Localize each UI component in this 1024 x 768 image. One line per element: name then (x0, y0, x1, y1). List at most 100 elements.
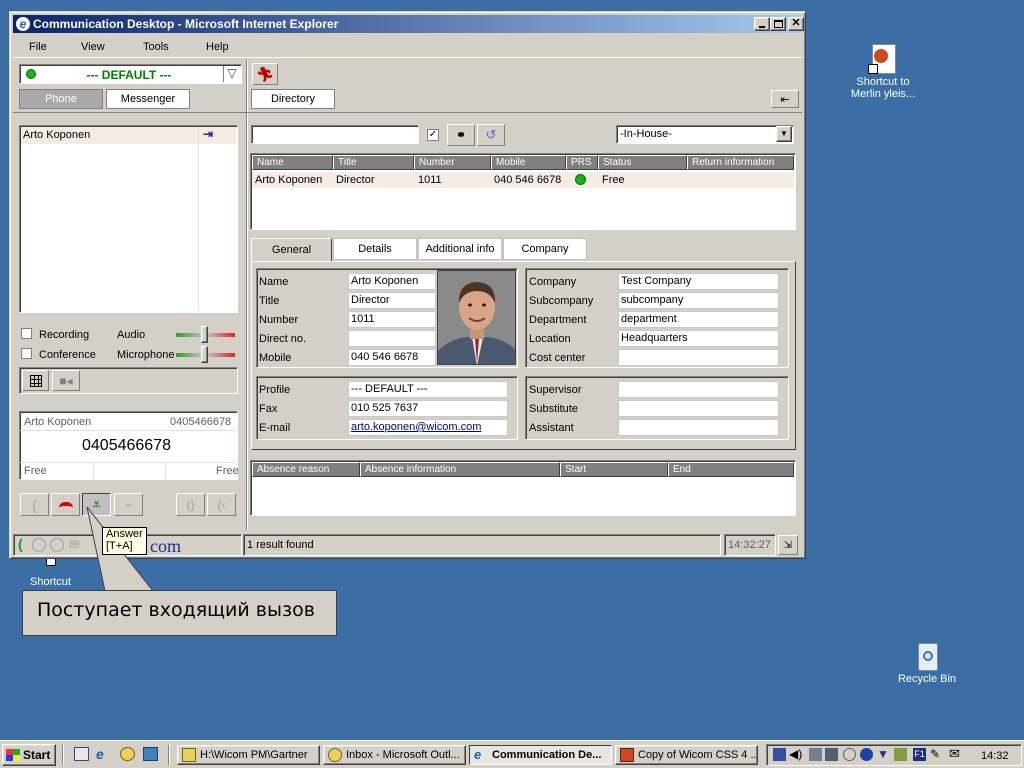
tray-mail-icon[interactable]: ✉ (949, 746, 960, 762)
col-mobile[interactable]: Mobile (491, 155, 566, 170)
field-name[interactable]: Arto Koponen (348, 273, 436, 290)
field-direct-no[interactable] (348, 330, 436, 347)
field-location[interactable]: Headquarters (618, 330, 779, 347)
call-list[interactable]: Arto Koponen ⇥ (19, 125, 238, 313)
menu-tools[interactable]: Tools (143, 41, 169, 53)
task-outlook-inbox[interactable]: Inbox - Microsoft Outl... (323, 745, 466, 765)
field-substitute[interactable] (618, 400, 779, 417)
field-fax[interactable]: 010 525 7637 (348, 400, 508, 417)
tab-details[interactable]: Details (333, 238, 417, 260)
outlook-quicklaunch-icon[interactable] (120, 747, 135, 761)
conference-checkbox[interactable] (21, 348, 32, 359)
desktop-shortcut-merlin[interactable]: ↗ Shortcut to Merlin yleis... (838, 44, 928, 100)
search-checkbox[interactable]: ✓ (427, 129, 439, 141)
field-number[interactable]: 1011 (348, 311, 436, 328)
dial-display[interactable]: 0405466678 (82, 437, 171, 455)
resize-button[interactable]: ⇲ (778, 535, 798, 555)
menu-bar: File View Tools Help (13, 36, 802, 58)
field-mobile[interactable]: 040 546 6678 (348, 349, 436, 366)
tab-company[interactable]: Company (503, 238, 587, 260)
field-cost-center[interactable] (618, 349, 779, 366)
tab-directory[interactable]: Directory (251, 89, 335, 109)
col-absence-info[interactable]: Absence information (360, 462, 560, 477)
panel-toggle-button[interactable]: ⇤ (771, 90, 799, 108)
field-department[interactable]: department (618, 311, 779, 328)
call-list-item[interactable]: Arto Koponen ⇥ (21, 127, 236, 144)
tray-shield-icon[interactable] (773, 748, 786, 761)
microphone-slider-thumb[interactable] (201, 346, 208, 363)
tray-tools-icon[interactable] (894, 748, 907, 761)
menu-file[interactable]: File (29, 41, 47, 53)
field-subcompany[interactable]: subcompany (618, 292, 779, 309)
col-absence-reason[interactable]: Absence reason (252, 462, 360, 477)
conference-call-button[interactable]: () (176, 493, 205, 516)
task-gartner-folder[interactable]: H:\Wicom PM\Gartner (177, 745, 320, 765)
field-supervisor[interactable] (618, 381, 779, 398)
tray-moon-icon[interactable] (860, 748, 873, 761)
task-wicom-css[interactable]: Copy of Wicom CSS 4 ... (615, 745, 758, 765)
col-name[interactable]: Name (252, 155, 333, 170)
microphone-slider[interactable] (176, 346, 235, 363)
recording-checkbox[interactable] (21, 328, 32, 339)
tray-volume-icon[interactable]: ◀) (789, 747, 802, 761)
transfer-call-icon[interactable]: ⇥ (203, 127, 213, 141)
menu-help[interactable]: Help (206, 41, 229, 53)
start-button[interactable]: Start (2, 744, 56, 766)
show-desktop-icon[interactable] (74, 747, 89, 761)
tab-phone[interactable]: Phone (19, 89, 103, 109)
col-return-info[interactable]: Return information (687, 155, 794, 170)
task-communication-desktop[interactable]: e Communication De... (469, 745, 612, 765)
video-button[interactable]: ■◂ (52, 370, 80, 391)
keypad-button[interactable] (22, 370, 49, 391)
video-camera-icon: ■◂ (59, 373, 73, 388)
tray-pen-icon[interactable]: ✎ (930, 747, 940, 761)
tray-network-icon[interactable] (809, 748, 822, 761)
field-profile[interactable]: --- DEFAULT --- (348, 381, 508, 398)
running-man-button[interactable]: 🏃︎ (252, 63, 278, 85)
tab-general[interactable]: General (251, 238, 332, 262)
col-prs[interactable]: PRS (566, 155, 598, 170)
tray-clock-icon[interactable] (843, 748, 856, 761)
reset-search-button[interactable]: ↺ (477, 124, 505, 146)
field-title[interactable]: Director (348, 292, 436, 309)
search-button[interactable]: ⚭ (447, 124, 475, 146)
tab-messenger[interactable]: Messenger (106, 89, 190, 109)
desktop-recycle-bin[interactable]: Recycle Bin (882, 641, 972, 685)
col-absence-start[interactable]: Start (560, 462, 668, 477)
profile-select[interactable]: --- DEFAULT --- ▽ (19, 64, 242, 84)
close-button[interactable]: ✕ (788, 17, 804, 31)
col-title[interactable]: Title (333, 155, 414, 170)
tab-additional-info[interactable]: Additional info (418, 238, 502, 260)
field-email[interactable]: arto.koponen@wicom.com (348, 419, 508, 436)
label-supervisor: Supervisor (529, 384, 582, 396)
app-quicklaunch-icon[interactable] (143, 747, 158, 761)
field-company[interactable]: Test Company (618, 273, 779, 290)
scope-dropdown-icon[interactable]: ▼ (776, 126, 792, 142)
tray-clock[interactable]: 14:32 (981, 750, 1009, 762)
tray-f1-icon[interactable]: F1 (913, 748, 926, 761)
ie-quicklaunch-icon[interactable]: e (96, 746, 104, 762)
maximize-button[interactable] (770, 17, 786, 31)
profile-dropdown-icon[interactable]: ▽ (223, 66, 240, 82)
col-status[interactable]: Status (598, 155, 687, 170)
desktop-shortcut-2[interactable]: Shortcut (30, 556, 86, 588)
search-input[interactable] (251, 125, 419, 144)
hangup-button[interactable] (51, 493, 80, 516)
table-row[interactable]: Arto Koponen Director 1011 040 546 6678 … (252, 172, 794, 188)
scope-select[interactable]: -In-House- ▼ (616, 125, 794, 144)
label-company: Company (529, 276, 577, 288)
col-absence-end[interactable]: End (668, 462, 794, 477)
menu-view[interactable]: View (81, 41, 105, 53)
tray-monitor-icon[interactable] (825, 748, 838, 761)
col-number[interactable]: Number (414, 155, 491, 170)
shortcut-label-2: Merlin yleis... (850, 88, 916, 100)
field-assistant[interactable] (618, 419, 779, 436)
transfer-button[interactable]: (‹ (207, 493, 236, 516)
status-results: 1 result found (243, 534, 721, 556)
minimize-button[interactable] (754, 17, 770, 31)
title-bar[interactable]: e Communication Desktop - Microsoft Inte… (13, 15, 804, 33)
audio-slider[interactable] (176, 326, 235, 343)
audio-slider-thumb[interactable] (201, 326, 208, 343)
dial-button[interactable]: ( (20, 493, 49, 516)
tray-filter-icon[interactable]: ▼ (877, 747, 889, 761)
